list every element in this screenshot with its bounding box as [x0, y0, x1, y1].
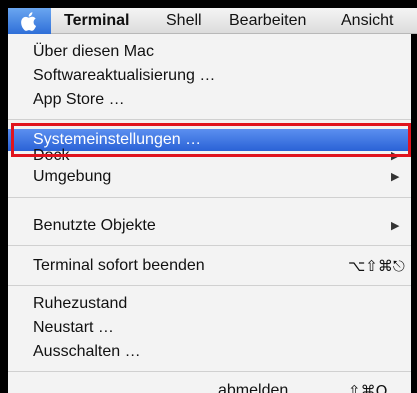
menu-item-label: Ruhezustand	[33, 295, 128, 312]
menu-item-label: Softwareaktualisierung …	[33, 67, 216, 84]
menu-item-label: Terminal sofort beenden	[33, 257, 205, 274]
menu-bar: Terminal Shell Bearbeiten Ansicht	[8, 8, 417, 34]
menu-item-recent-items[interactable]: Benutzte Objekte ▶	[8, 215, 411, 237]
menu-item-shut-down[interactable]: Ausschalten …	[8, 341, 411, 363]
menu-item-label: App Store …	[33, 91, 125, 108]
menu-item-restart[interactable]: Neustart …	[8, 317, 411, 339]
apple-menu-dropdown: Über diesen Mac Softwareaktualisierung ……	[8, 34, 411, 393]
menu-bearbeiten[interactable]: Bearbeiten	[229, 11, 306, 30]
menu-item-log-out[interactable]: abmelden ⇧⌘Q	[8, 380, 411, 393]
apple-menu-button[interactable]	[8, 8, 51, 34]
menu-separator	[8, 245, 411, 246]
menu-separator	[8, 285, 411, 286]
menu-item-label: abmelden	[218, 382, 289, 393]
menu-item-force-quit[interactable]: Terminal sofort beenden ⌥⇧⌘⎋	[8, 255, 411, 277]
menu-separator	[8, 197, 411, 198]
submenu-arrow-icon: ▶	[391, 171, 400, 183]
menu-item-label: Benutzte Objekte	[33, 217, 156, 234]
menu-terminal[interactable]: Terminal	[64, 11, 130, 30]
screenshot: Terminal Shell Bearbeiten Ansicht Über d…	[0, 0, 417, 393]
menu-item-label: Umgebung	[33, 168, 112, 185]
menu-item-label: Neustart …	[33, 319, 114, 336]
submenu-arrow-icon: ▶	[391, 150, 400, 162]
submenu-arrow-icon: ▶	[391, 220, 400, 232]
apple-logo-icon	[21, 12, 37, 31]
menu-item-software-update[interactable]: Softwareaktualisierung …	[8, 65, 411, 87]
menu-ansicht[interactable]: Ansicht	[341, 11, 393, 30]
menu-item-location[interactable]: Umgebung ▶	[8, 166, 411, 188]
menu-shell[interactable]: Shell	[166, 11, 202, 30]
menu-item-app-store[interactable]: App Store …	[8, 89, 411, 111]
keyboard-shortcut: ⌥⇧⌘⎋	[348, 257, 405, 275]
menu-item-about-this-mac[interactable]: Über diesen Mac	[8, 41, 411, 63]
menu-item-label: Dock	[33, 147, 70, 164]
menu-separator	[8, 371, 411, 372]
keyboard-shortcut: ⇧⌘Q	[348, 382, 388, 393]
menu-item-label: Über diesen Mac	[33, 43, 154, 60]
menu-item-dock[interactable]: Dock ▶	[8, 145, 411, 167]
menu-separator	[8, 119, 411, 120]
menu-item-sleep[interactable]: Ruhezustand	[8, 293, 411, 315]
menu-item-label: Ausschalten …	[33, 343, 141, 360]
